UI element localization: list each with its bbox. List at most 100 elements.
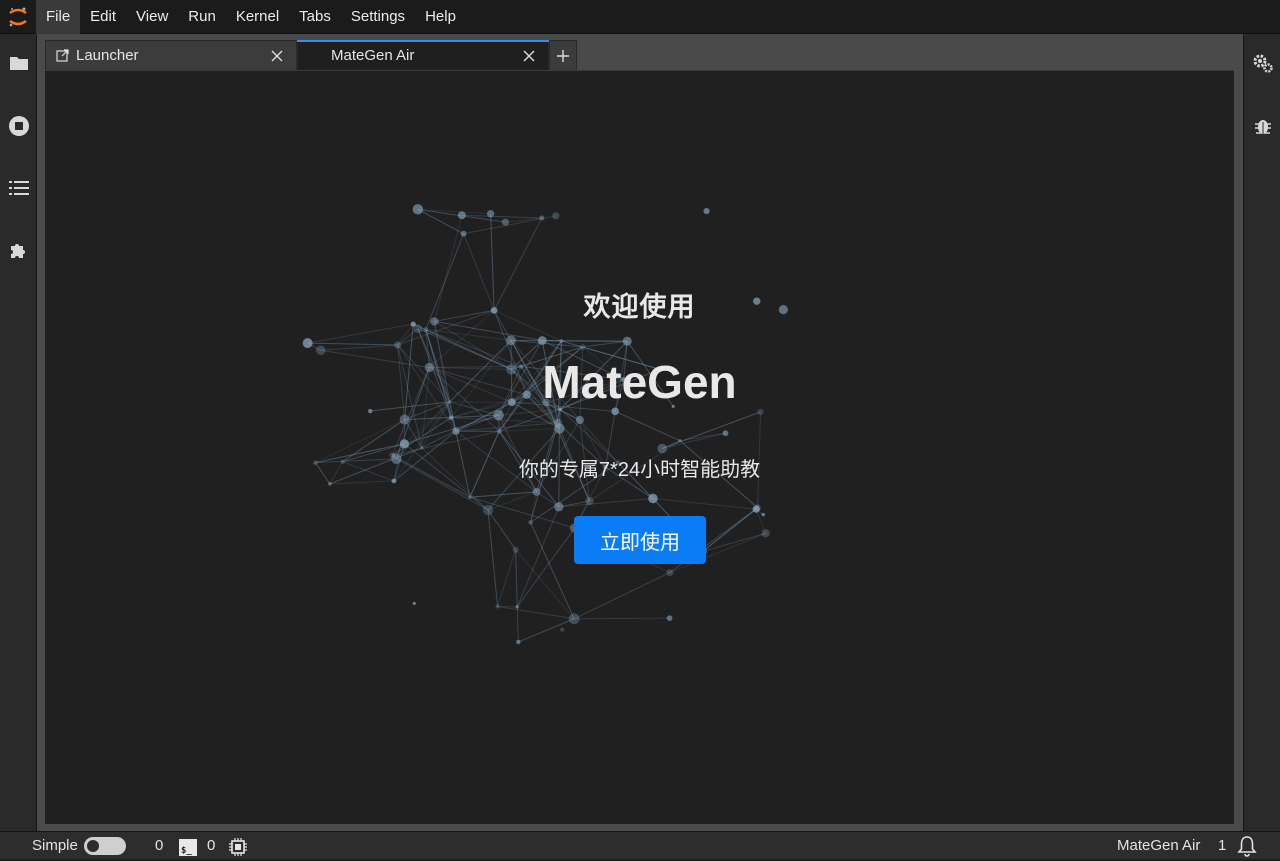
network-edge xyxy=(516,550,519,642)
new-tab-button[interactable] xyxy=(549,40,577,70)
terminal-icon[interactable]: $_ xyxy=(179,839,197,856)
network-node xyxy=(757,409,763,415)
network-edge xyxy=(488,510,516,550)
network-node xyxy=(303,338,313,348)
network-node xyxy=(667,615,673,621)
network-node xyxy=(754,504,760,510)
simple-mode-label: Simple xyxy=(32,837,78,854)
welcome-heading: 欢迎使用 xyxy=(45,285,1234,324)
network-edge xyxy=(703,533,766,551)
start-button[interactable]: 立即使用 xyxy=(574,516,706,564)
menu-help[interactable]: Help xyxy=(415,0,466,34)
close-icon[interactable] xyxy=(518,45,540,67)
tab-mategen-air[interactable]: MateGen Air xyxy=(297,40,549,70)
tab-label: Launcher xyxy=(76,47,266,64)
network-node xyxy=(512,547,518,553)
network-node xyxy=(585,497,593,505)
network-node xyxy=(623,337,632,346)
network-node xyxy=(538,336,547,345)
menu-bar: File Edit View Run Kernel Tabs Settings … xyxy=(0,0,1280,34)
network-edge xyxy=(574,573,670,619)
network-edge xyxy=(615,411,680,440)
notification-count: 1 xyxy=(1218,837,1226,854)
menu-edit[interactable]: Edit xyxy=(80,0,126,34)
kernel-name[interactable]: MateGen Air xyxy=(1117,837,1200,854)
cpu-icon[interactable] xyxy=(229,838,247,856)
network-node xyxy=(483,505,493,515)
toggle-knob xyxy=(87,840,99,852)
network-node xyxy=(487,210,494,217)
network-background-graphic xyxy=(45,71,1234,824)
jupyter-logo-icon xyxy=(0,0,36,34)
network-edge xyxy=(498,606,575,618)
network-edge xyxy=(418,209,491,213)
network-edge xyxy=(456,423,558,431)
bug-icon[interactable] xyxy=(1250,113,1276,139)
bell-icon[interactable] xyxy=(1236,835,1258,857)
network-edge xyxy=(488,510,498,607)
network-node xyxy=(493,410,503,420)
network-node xyxy=(400,415,410,425)
network-node xyxy=(648,494,658,504)
network-edge xyxy=(653,498,756,509)
network-node xyxy=(560,628,564,632)
network-node xyxy=(449,415,454,420)
network-node xyxy=(539,216,544,221)
network-node xyxy=(368,409,372,413)
network-edge xyxy=(516,550,574,619)
network-node xyxy=(762,513,765,516)
product-title: MateGen xyxy=(45,355,1234,409)
network-node xyxy=(452,427,459,434)
tab-launcher[interactable]: Launcher xyxy=(45,40,297,70)
menu-view[interactable]: View xyxy=(126,0,178,34)
network-node xyxy=(468,495,472,499)
network-edge xyxy=(499,428,559,431)
menu-run[interactable]: Run xyxy=(178,0,226,34)
right-sidebar xyxy=(1243,34,1280,831)
network-node xyxy=(666,569,673,576)
folder-icon[interactable] xyxy=(6,50,32,76)
network-node xyxy=(413,602,416,605)
network-edge xyxy=(662,412,760,449)
kernel-count[interactable]: 0 xyxy=(207,837,215,854)
network-edge xyxy=(308,343,398,345)
network-node xyxy=(657,444,667,454)
network-node xyxy=(495,604,499,608)
simple-mode-toggle[interactable] xyxy=(84,837,126,855)
terminal-count[interactable]: 0 xyxy=(155,837,163,854)
network-edge xyxy=(703,508,758,552)
list-icon[interactable] xyxy=(6,175,32,201)
menu-kernel[interactable]: Kernel xyxy=(226,0,289,34)
network-node xyxy=(678,439,681,442)
close-icon[interactable] xyxy=(266,45,288,67)
menu-file[interactable]: File xyxy=(36,0,80,34)
network-edge xyxy=(662,433,725,448)
network-edge xyxy=(517,507,559,607)
left-sidebar xyxy=(0,34,37,831)
network-node xyxy=(497,429,502,434)
network-edge xyxy=(559,498,653,506)
network-node xyxy=(516,605,519,608)
network-node xyxy=(506,335,516,345)
network-edge xyxy=(498,550,516,607)
network-edge xyxy=(308,324,414,343)
network-node xyxy=(723,430,729,436)
tagline: 你的专属7*24小时智能助教 xyxy=(45,453,1234,482)
main-dock: Launcher MateGen Air 欢迎使用 MateGen 你的专属7*… xyxy=(37,34,1243,831)
network-edge xyxy=(321,345,398,350)
network-node xyxy=(400,439,409,448)
network-node xyxy=(528,520,533,525)
network-node xyxy=(423,327,428,332)
network-node xyxy=(502,219,509,226)
menu-settings[interactable]: Settings xyxy=(341,0,415,34)
network-node xyxy=(458,211,466,219)
stop-circle-icon[interactable] xyxy=(6,113,32,139)
gears-icon[interactable] xyxy=(1250,50,1276,76)
network-node xyxy=(516,640,520,644)
network-node xyxy=(328,482,332,486)
network-node xyxy=(533,488,541,496)
menu-tabs[interactable]: Tabs xyxy=(289,0,341,34)
network-edge xyxy=(531,522,575,618)
network-node xyxy=(580,344,585,349)
puzzle-icon[interactable] xyxy=(6,237,32,263)
